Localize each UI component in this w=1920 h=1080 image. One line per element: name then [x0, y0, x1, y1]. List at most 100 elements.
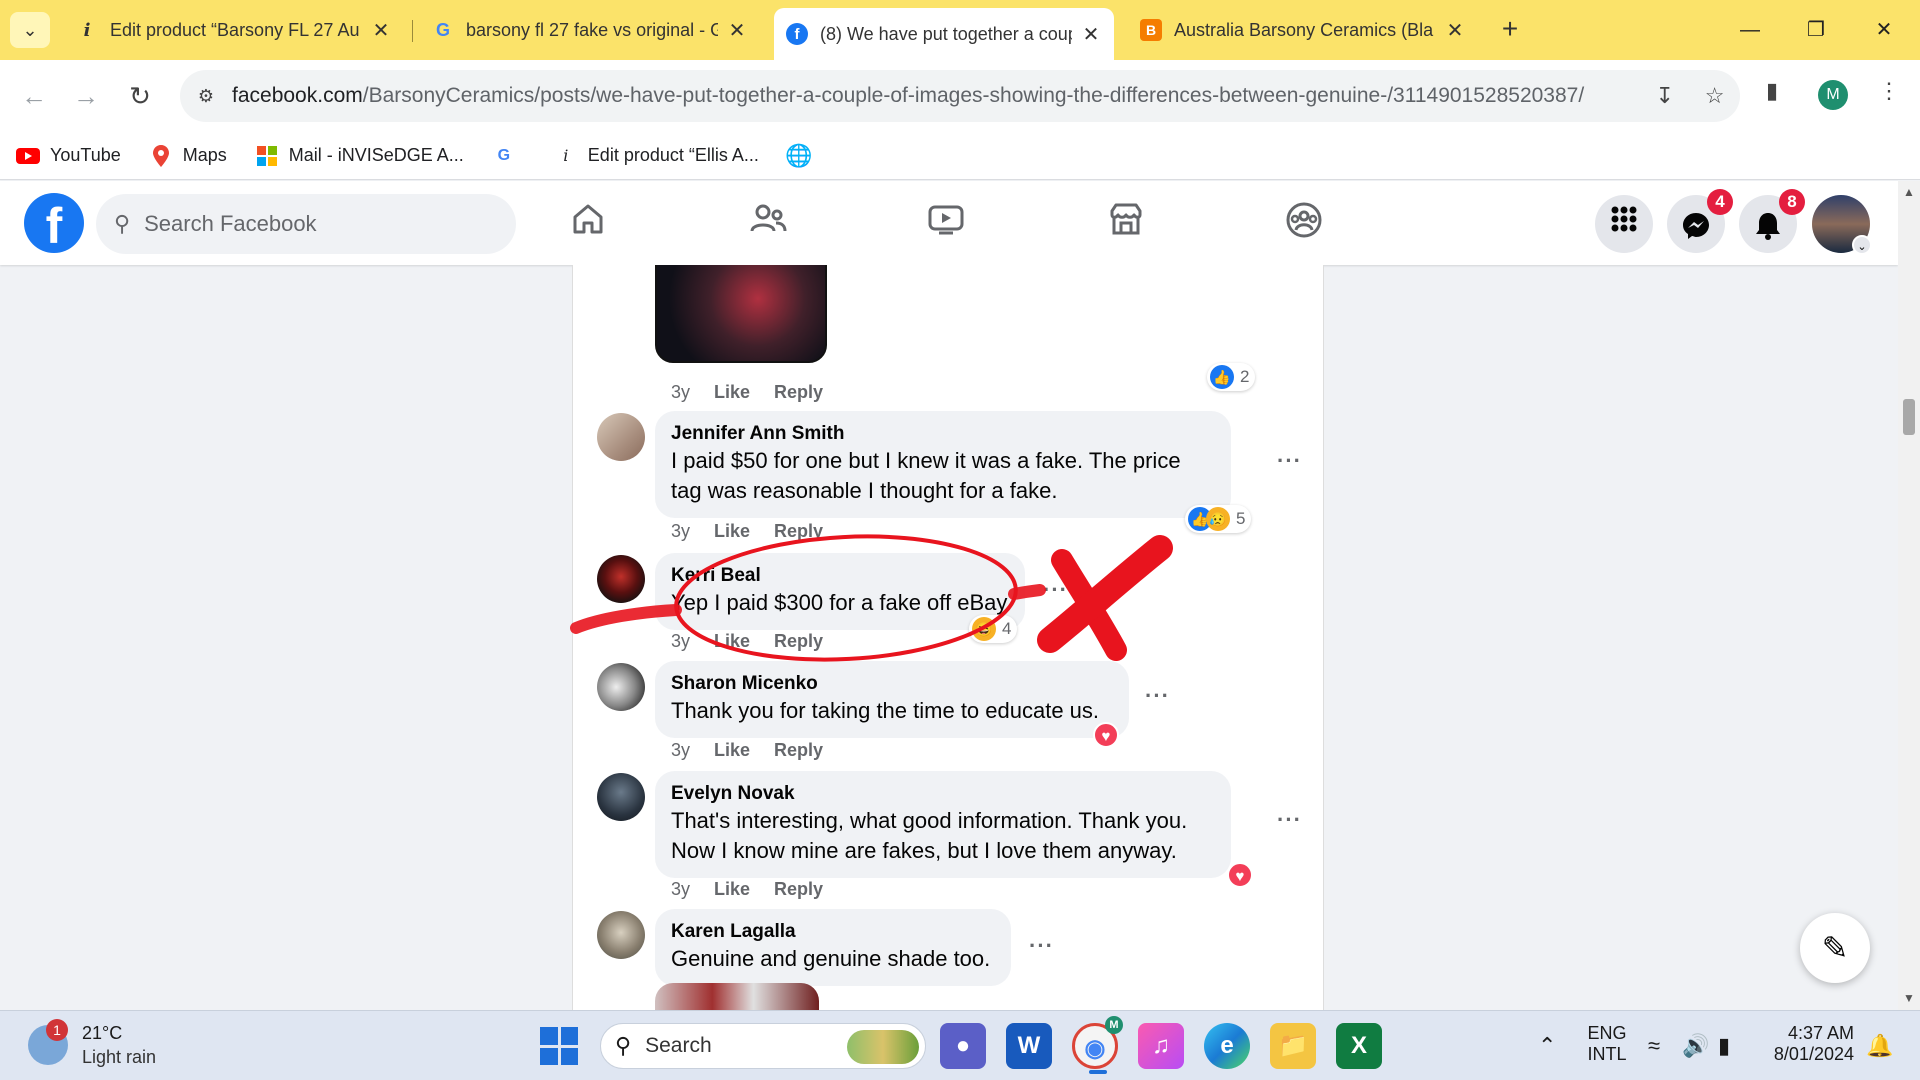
facebook-search-input[interactable]: ⚲ Search Facebook — [96, 194, 516, 254]
comment-image[interactable] — [655, 265, 827, 363]
forward-button[interactable]: → — [66, 76, 106, 116]
reply-link[interactable]: Reply — [774, 631, 823, 652]
commenter-name[interactable]: Kerri Beal — [671, 564, 1009, 588]
close-icon[interactable]: ✕ — [1080, 22, 1102, 47]
like-link[interactable]: Like — [714, 382, 750, 403]
account-avatar[interactable]: ⌄ — [1812, 195, 1872, 255]
bookmark-mail[interactable]: Mail - iNVISeDGE A... — [255, 145, 464, 166]
reply-link[interactable]: Reply — [774, 521, 823, 542]
marketplace-icon[interactable] — [1104, 201, 1148, 245]
tab-google-search[interactable]: G barsony fl 27 fake vs original - G ✕ — [420, 10, 760, 50]
tab-facebook-post[interactable]: f (8) We have put together a coup ✕ — [774, 8, 1114, 60]
excel-icon[interactable]: X — [1336, 1023, 1382, 1069]
more-options-icon[interactable]: ··· — [1029, 933, 1054, 959]
back-button[interactable]: ← — [14, 76, 54, 116]
home-icon[interactable] — [566, 201, 610, 245]
teams-chat-icon[interactable]: ● — [940, 1023, 986, 1069]
chrome-icon[interactable]: M ◉ — [1072, 1016, 1123, 1074]
clock[interactable]: 4:37 AM 8/01/2024 — [1764, 1023, 1854, 1065]
blogger-icon: B — [1140, 19, 1162, 41]
new-message-button[interactable]: ✎ — [1800, 913, 1870, 983]
restore-button[interactable]: ❐ — [1796, 14, 1836, 46]
like-link[interactable]: Like — [714, 631, 750, 652]
groups-icon[interactable] — [1282, 201, 1326, 245]
scrollbar-thumb[interactable] — [1903, 399, 1915, 435]
scroll-down-arrow-icon[interactable]: ▼ — [1898, 991, 1920, 1005]
scroll-up-arrow-icon[interactable]: ▲ — [1898, 185, 1920, 199]
bookmark-youtube[interactable]: YouTube — [16, 145, 121, 166]
more-options-icon[interactable]: ··· — [1043, 577, 1068, 603]
bookmark-globe[interactable]: 🌐 — [785, 143, 821, 168]
reply-link[interactable]: Reply — [774, 740, 823, 761]
bookmark-maps[interactable]: Maps — [149, 144, 227, 167]
notifications-button[interactable]: 8 — [1739, 189, 1805, 253]
battery-icon[interactable]: ▮ — [1718, 1033, 1730, 1059]
like-link[interactable]: Like — [714, 879, 750, 900]
commenter-name[interactable]: Evelyn Novak — [671, 782, 1215, 806]
start-button[interactable] — [540, 1027, 578, 1065]
reload-button[interactable]: ↻ — [120, 76, 160, 116]
reaction-summary[interactable]: 👍 😥 5 — [1185, 505, 1252, 533]
watch-video-icon[interactable] — [924, 201, 968, 245]
commenter-avatar[interactable] — [597, 773, 645, 821]
bookmark-google[interactable]: G — [492, 146, 526, 166]
messenger-icon — [1681, 209, 1711, 240]
chrome-menu-icon[interactable]: ⋮ — [1878, 78, 1900, 104]
commenter-name[interactable]: Jennifer Ann Smith — [671, 422, 1215, 446]
commenter-avatar[interactable] — [597, 911, 645, 959]
reaction-summary[interactable]: ♥ — [1093, 721, 1119, 749]
weather-widget[interactable]: 1 21°C Light rain — [28, 1019, 156, 1069]
word-icon[interactable]: W — [1006, 1023, 1052, 1069]
facebook-logo-icon[interactable]: f — [24, 193, 84, 253]
close-icon[interactable]: ✕ — [370, 18, 392, 43]
like-link[interactable]: Like — [714, 521, 750, 542]
more-options-icon[interactable]: ··· — [1277, 807, 1302, 833]
taskbar-search[interactable]: ⚲ Search — [600, 1023, 926, 1069]
notification-bell-icon[interactable]: 🔔 — [1866, 1033, 1893, 1059]
close-window-button[interactable]: ✕ — [1864, 14, 1904, 46]
language-indicator[interactable]: ENG INTL — [1582, 1023, 1632, 1065]
reply-link[interactable]: Reply — [774, 382, 823, 403]
site-settings-icon[interactable]: ⚙ — [180, 86, 232, 107]
chevron-up-icon[interactable]: ⌃ — [1538, 1033, 1556, 1059]
side-panel-icon[interactable]: ▮ — [1766, 78, 1778, 104]
reply-link[interactable]: Reply — [774, 879, 823, 900]
address-bar[interactable]: ⚙ facebook.com/BarsonyCeramics/posts/we-… — [180, 70, 1740, 122]
wifi-icon[interactable]: ≈ — [1648, 1033, 1660, 1059]
commenter-avatar[interactable] — [597, 555, 645, 603]
page-scrollbar[interactable]: ▲ ▼ — [1898, 181, 1920, 1010]
close-icon[interactable]: ✕ — [726, 18, 748, 43]
language-code: ENG — [1587, 1023, 1627, 1043]
url-text[interactable]: facebook.com/BarsonyCeramics/posts/we-ha… — [232, 84, 1640, 108]
commenter-name[interactable]: Karen Lagalla — [671, 920, 995, 944]
friends-icon[interactable] — [746, 201, 790, 245]
volume-icon[interactable]: 🔊 — [1682, 1033, 1709, 1059]
install-app-icon[interactable]: ↧ — [1655, 83, 1673, 109]
messenger-button[interactable]: 4 — [1667, 189, 1733, 253]
reaction-summary[interactable]: 👍 2 — [1207, 363, 1256, 391]
commenter-avatar[interactable] — [597, 663, 645, 711]
reaction-summary[interactable]: 😆 4 — [969, 615, 1018, 643]
more-options-icon[interactable]: ··· — [1145, 683, 1170, 709]
tab-blogger[interactable]: B Australia Barsony Ceramics (Bla ✕ — [1128, 10, 1478, 50]
reaction-summary[interactable]: ♥ — [1227, 861, 1253, 889]
haha-reaction-icon: 😆 — [972, 617, 996, 641]
file-explorer-icon[interactable]: 📁 — [1270, 1023, 1316, 1069]
comment-bubble: Jennifer Ann Smith I paid $50 for one bu… — [655, 411, 1231, 518]
bookmark-star-icon[interactable]: ☆ — [1705, 83, 1725, 109]
new-tab-button[interactable]: + — [1494, 14, 1526, 46]
commenter-name[interactable]: Sharon Micenko — [671, 672, 1113, 696]
more-options-icon[interactable]: ··· — [1277, 448, 1302, 474]
like-link[interactable]: Like — [714, 740, 750, 761]
tab-edit-product[interactable]: i Edit product “Barsony FL 27 Au ✕ — [64, 10, 404, 50]
commenter-avatar[interactable] — [597, 413, 645, 461]
bookmark-edit-product[interactable]: i Edit product “Ellis A... — [554, 145, 759, 166]
edge-icon[interactable]: e — [1204, 1023, 1250, 1069]
comment-image[interactable] — [655, 983, 819, 1010]
menu-grid-button[interactable] — [1595, 195, 1653, 253]
itunes-icon[interactable]: ♫ — [1138, 1023, 1184, 1069]
close-icon[interactable]: ✕ — [1444, 18, 1466, 43]
chrome-profile-avatar[interactable]: M — [1818, 80, 1848, 110]
tab-search-button[interactable]: ⌄ — [10, 12, 50, 48]
minimize-button[interactable]: — — [1730, 14, 1770, 46]
